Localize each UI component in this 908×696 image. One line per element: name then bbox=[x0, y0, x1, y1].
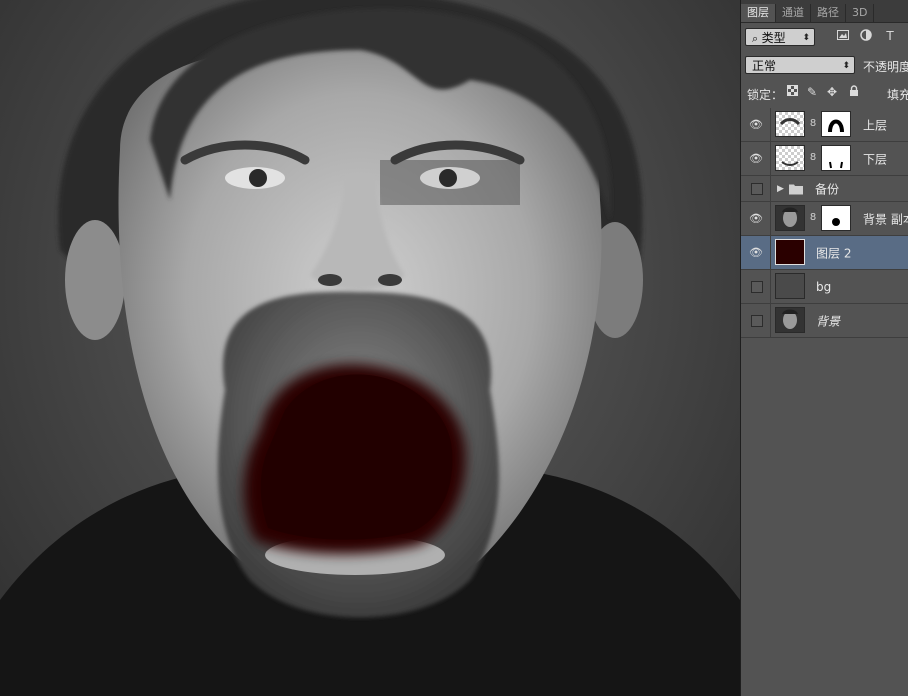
blend-mode-dropdown[interactable]: 正常 ⬍ bbox=[745, 56, 855, 74]
row-separator bbox=[770, 108, 771, 141]
filter-type-label: 类型 bbox=[761, 31, 786, 45]
layers-panel: 图层 通道 路径 3D ⌕ 类型 ⬍ T 正常 ⬍ 不透明度 锁定： ✎ ✥ 填… bbox=[740, 0, 908, 696]
layer-group-backup[interactable]: ▶ 备份 bbox=[741, 176, 908, 202]
layer-row-lower[interactable]: 👁 8 下层 bbox=[741, 142, 908, 176]
layer-name: 上层 bbox=[863, 118, 888, 132]
layer-name: 图层 2 bbox=[816, 246, 852, 260]
eye-icon[interactable]: 👁 bbox=[749, 246, 763, 260]
layer-thumbnail bbox=[775, 307, 805, 333]
tab-3d[interactable]: 3D bbox=[846, 4, 875, 22]
lock-row: 锁定： ✎ ✥ 填充 bbox=[741, 79, 908, 110]
row-separator bbox=[770, 304, 771, 337]
portrait-image bbox=[0, 0, 740, 696]
layer-name: 背景 bbox=[816, 314, 841, 328]
layer-name: bg bbox=[816, 279, 832, 294]
search-icon: ⌕ bbox=[752, 32, 762, 45]
tab-paths[interactable]: 路径 bbox=[811, 4, 846, 22]
lock-all-icon[interactable] bbox=[847, 85, 861, 99]
row-separator bbox=[770, 236, 771, 269]
row-separator bbox=[770, 176, 771, 201]
tab-channels[interactable]: 通道 bbox=[776, 4, 811, 22]
visibility-toggle[interactable] bbox=[751, 182, 763, 195]
updown-arrow-icon: ⬍ bbox=[842, 61, 850, 71]
link-chain-icon[interactable]: 8 bbox=[809, 118, 817, 130]
tab-layers[interactable]: 图层 bbox=[741, 4, 776, 22]
layer-row-background-copy[interactable]: 👁 8 背景 副本 bbox=[741, 202, 908, 236]
row-separator bbox=[770, 202, 771, 235]
updown-arrow-icon: ⬍ bbox=[802, 33, 810, 43]
layer-thumbnail bbox=[775, 111, 805, 137]
row-separator bbox=[770, 142, 771, 175]
layer-row-bg[interactable]: bg bbox=[741, 270, 908, 304]
folder-icon bbox=[789, 184, 803, 194]
document-canvas[interactable] bbox=[0, 0, 740, 696]
layer-row-upper[interactable]: 👁 8 上层 bbox=[741, 108, 908, 142]
eye-icon[interactable]: 👁 bbox=[749, 118, 763, 132]
layers-list: 👁 8 上层 👁 8 下层 ▶ 备份 👁 8 背景 副 👁 图层 2 bg 背景 bbox=[741, 108, 908, 338]
link-chain-icon[interactable]: 8 bbox=[809, 152, 817, 164]
layer-name: 备份 bbox=[815, 182, 840, 196]
opacity-label: 不透明度 bbox=[863, 60, 908, 74]
layer-row-background[interactable]: 背景 bbox=[741, 304, 908, 338]
blend-mode-label: 正常 bbox=[752, 59, 777, 73]
filter-type-dropdown[interactable]: ⌕ 类型 ⬍ bbox=[745, 28, 815, 46]
adjustment-filter-icon[interactable] bbox=[859, 29, 873, 43]
layer-name: 下层 bbox=[863, 152, 888, 166]
row-separator bbox=[770, 270, 771, 303]
expand-arrow-icon[interactable]: ▶ bbox=[777, 184, 784, 194]
lock-move-icon[interactable]: ✥ bbox=[825, 85, 839, 99]
filter-row: ⌕ 类型 ⬍ T bbox=[741, 23, 908, 51]
lock-paint-icon[interactable]: ✎ bbox=[805, 85, 819, 99]
layer-mask-thumbnail[interactable] bbox=[821, 205, 851, 231]
type-filter-icon[interactable]: T bbox=[883, 29, 897, 43]
image-filter-icon[interactable] bbox=[836, 29, 850, 43]
visibility-toggle[interactable] bbox=[751, 314, 763, 327]
layer-mask-thumbnail[interactable] bbox=[821, 145, 851, 171]
fill-label: 填充 bbox=[887, 88, 908, 102]
layer-thumbnail bbox=[775, 205, 805, 231]
link-chain-icon[interactable]: 8 bbox=[809, 212, 817, 224]
layer-thumbnail bbox=[775, 239, 805, 265]
visibility-toggle[interactable] bbox=[751, 280, 763, 293]
layer-name: 背景 副本 bbox=[863, 212, 908, 226]
eye-icon[interactable]: 👁 bbox=[749, 212, 763, 226]
layer-row-layer-2[interactable]: 👁 图层 2 bbox=[741, 236, 908, 270]
layer-thumbnail bbox=[775, 145, 805, 171]
layer-thumbnail bbox=[775, 273, 805, 299]
lock-label: 锁定： bbox=[747, 88, 784, 102]
layer-mask-thumbnail[interactable] bbox=[821, 111, 851, 137]
blend-row: 正常 ⬍ 不透明度 bbox=[741, 51, 908, 79]
lock-transparent-icon[interactable] bbox=[785, 85, 799, 99]
panel-tabs: 图层 通道 路径 3D bbox=[741, 0, 908, 23]
eye-icon[interactable]: 👁 bbox=[749, 152, 763, 166]
